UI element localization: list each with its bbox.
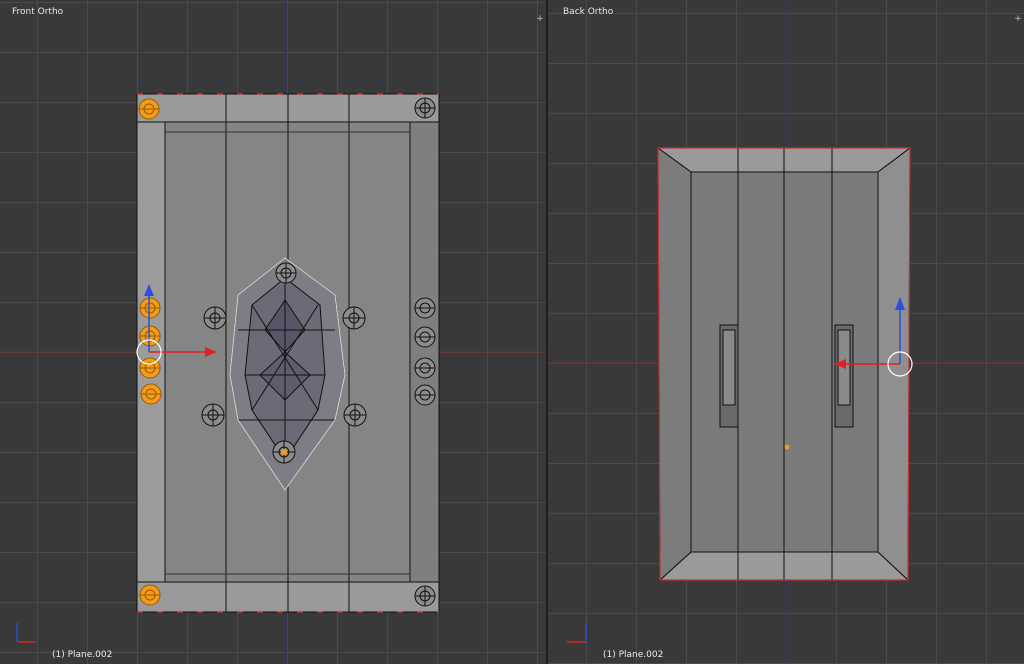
viewport-title: Front Ortho xyxy=(12,7,64,17)
stud xyxy=(414,357,436,379)
plus-icon[interactable]: + xyxy=(536,15,544,24)
stud xyxy=(343,403,367,427)
stud xyxy=(203,306,227,330)
stud-selected xyxy=(139,584,161,606)
viewport-front-ortho[interactable]: Front Ortho (1) Plane.002 + xyxy=(0,0,546,664)
viewport-title: Back Ortho xyxy=(563,7,614,17)
viewport-status: (1) Plane.002 xyxy=(52,650,113,660)
stud xyxy=(414,384,436,406)
stud xyxy=(414,585,436,607)
door-handle-right xyxy=(834,324,854,428)
plus-icon[interactable]: + xyxy=(1014,15,1022,24)
stud xyxy=(414,297,436,319)
stud xyxy=(201,403,225,427)
stud-selected xyxy=(138,98,160,120)
front-mesh-canvas[interactable] xyxy=(0,0,546,664)
back-mesh-canvas[interactable] xyxy=(548,0,1024,664)
object-origin xyxy=(281,449,287,455)
viewport-back-ortho[interactable]: Back Ortho (1) Plane.002 + + xyxy=(548,0,1024,664)
stud-selected xyxy=(139,297,161,319)
stud xyxy=(414,97,436,119)
door-right-rail xyxy=(409,121,440,583)
object-origin xyxy=(784,444,790,450)
axis-orientation-icon xyxy=(567,623,587,643)
stud xyxy=(342,306,366,330)
viewport-status: (1) Plane.002 xyxy=(603,650,664,660)
axis-orientation-icon xyxy=(16,623,36,643)
door-handle-left xyxy=(719,324,739,428)
stud xyxy=(414,326,436,348)
stud-selected xyxy=(140,383,162,405)
stud xyxy=(275,262,297,284)
